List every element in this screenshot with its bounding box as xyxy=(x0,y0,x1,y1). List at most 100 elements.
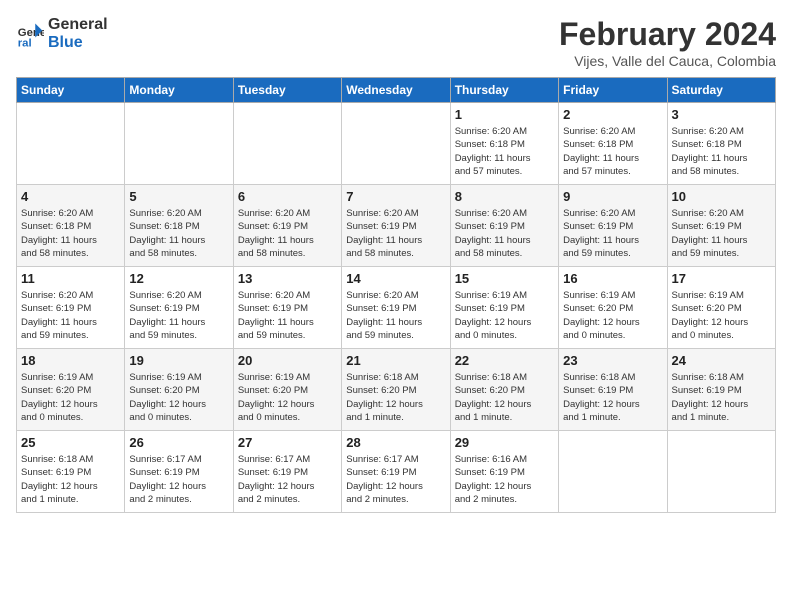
calendar-cell: 9 Sunrise: 6:20 AM Sunset: 6:19 PM Daylig… xyxy=(559,185,667,267)
calendar-cell: 11 Sunrise: 6:20 AM Sunset: 6:19 PM Dayli… xyxy=(17,267,125,349)
day-number: 22 xyxy=(455,353,554,368)
day-number: 24 xyxy=(672,353,771,368)
day-number: 5 xyxy=(129,189,228,204)
day-info: Sunrise: 6:17 AM Sunset: 6:19 PM Dayligh… xyxy=(129,453,228,506)
day-number: 13 xyxy=(238,271,337,286)
calendar-cell xyxy=(559,431,667,513)
day-number: 28 xyxy=(346,435,445,450)
calendar-cell: 25Sunrise: 6:18 AM Sunset: 6:19 PM Dayli… xyxy=(17,431,125,513)
day-number: 19 xyxy=(129,353,228,368)
day-number: 4 xyxy=(21,189,120,204)
calendar-cell xyxy=(342,103,450,185)
calendar-week-5: 25Sunrise: 6:18 AM Sunset: 6:19 PM Dayli… xyxy=(17,431,776,513)
calendar-table: SundayMondayTuesdayWednesdayThursdayFrid… xyxy=(16,77,776,513)
day-info: Sunrise: 6:20 AM Sunset: 6:18 PM Dayligh… xyxy=(129,207,228,260)
day-info: Sunrise: 6:19 AM Sunset: 6:20 PM Dayligh… xyxy=(21,371,120,424)
day-info: Sunrise: 6:18 AM Sunset: 6:20 PM Dayligh… xyxy=(346,371,445,424)
calendar-cell: 2Sunrise: 6:20 AM Sunset: 6:18 PM Daylig… xyxy=(559,103,667,185)
calendar-cell: 22 Sunrise: 6:18 AM Sunset: 6:20 PM Dayli… xyxy=(450,349,558,431)
svg-text:ral: ral xyxy=(18,37,32,48)
location-subtitle: Vijes, Valle del Cauca, Colombia xyxy=(559,53,776,69)
calendar-cell: 13 Sunrise: 6:20 AM Sunset: 6:19 PM Dayli… xyxy=(233,267,341,349)
day-number: 15 xyxy=(455,271,554,286)
day-number: 27 xyxy=(238,435,337,450)
calendar-cell: 17 Sunrise: 6:19 AM Sunset: 6:20 PM Dayli… xyxy=(667,267,775,349)
logo: Gene ral General Blue xyxy=(16,16,108,51)
day-info: Sunrise: 6:18 AM Sunset: 6:20 PM Dayligh… xyxy=(455,371,554,424)
title-block: February 2024 Vijes, Valle del Cauca, Co… xyxy=(559,16,776,69)
calendar-cell: 18 Sunrise: 6:19 AM Sunset: 6:20 PM Dayli… xyxy=(17,349,125,431)
calendar-week-1: 1Sunrise: 6:20 AM Sunset: 6:18 PM Daylig… xyxy=(17,103,776,185)
day-info: Sunrise: 6:17 AM Sunset: 6:19 PM Dayligh… xyxy=(346,453,445,506)
calendar-cell: 14 Sunrise: 6:20 AM Sunset: 6:19 PM Dayli… xyxy=(342,267,450,349)
logo-text-line1: General xyxy=(48,16,108,34)
logo-icon: Gene ral xyxy=(16,20,44,48)
day-info: Sunrise: 6:20 AM Sunset: 6:19 PM Dayligh… xyxy=(21,289,120,342)
page-header: Gene ral General Blue February 2024 Vije… xyxy=(16,16,776,69)
day-number: 23 xyxy=(563,353,662,368)
day-number: 9 xyxy=(563,189,662,204)
calendar-cell: 15 Sunrise: 6:19 AM Sunset: 6:19 PM Dayli… xyxy=(450,267,558,349)
logo-text-line2: Blue xyxy=(48,34,108,52)
calendar-cell: 10 Sunrise: 6:20 AM Sunset: 6:19 PM Dayli… xyxy=(667,185,775,267)
day-number: 2 xyxy=(563,107,662,122)
day-info: Sunrise: 6:20 AM Sunset: 6:19 PM Dayligh… xyxy=(346,207,445,260)
calendar-cell: 6 Sunrise: 6:20 AM Sunset: 6:19 PM Daylig… xyxy=(233,185,341,267)
day-info: Sunrise: 6:20 AM Sunset: 6:19 PM Dayligh… xyxy=(563,207,662,260)
calendar-cell xyxy=(233,103,341,185)
day-info: Sunrise: 6:20 AM Sunset: 6:18 PM Dayligh… xyxy=(455,125,554,178)
calendar-header-saturday: Saturday xyxy=(667,78,775,103)
day-number: 18 xyxy=(21,353,120,368)
calendar-cell: 29 Sunrise: 6:16 AM Sunset: 6:19 PM Dayli… xyxy=(450,431,558,513)
calendar-cell xyxy=(667,431,775,513)
calendar-cell: 12 Sunrise: 6:20 AM Sunset: 6:19 PM Dayli… xyxy=(125,267,233,349)
calendar-cell: 1Sunrise: 6:20 AM Sunset: 6:18 PM Daylig… xyxy=(450,103,558,185)
day-number: 26 xyxy=(129,435,228,450)
day-number: 3 xyxy=(672,107,771,122)
calendar-body: 1Sunrise: 6:20 AM Sunset: 6:18 PM Daylig… xyxy=(17,103,776,513)
day-info: Sunrise: 6:20 AM Sunset: 6:19 PM Dayligh… xyxy=(346,289,445,342)
calendar-header-thursday: Thursday xyxy=(450,78,558,103)
day-info: Sunrise: 6:19 AM Sunset: 6:20 PM Dayligh… xyxy=(563,289,662,342)
day-number: 20 xyxy=(238,353,337,368)
calendar-cell: 19 Sunrise: 6:19 AM Sunset: 6:20 PM Dayli… xyxy=(125,349,233,431)
calendar-header-row: SundayMondayTuesdayWednesdayThursdayFrid… xyxy=(17,78,776,103)
day-number: 6 xyxy=(238,189,337,204)
calendar-header-monday: Monday xyxy=(125,78,233,103)
day-info: Sunrise: 6:19 AM Sunset: 6:20 PM Dayligh… xyxy=(129,371,228,424)
calendar-cell: 16 Sunrise: 6:19 AM Sunset: 6:20 PM Dayli… xyxy=(559,267,667,349)
calendar-cell: 3 Sunrise: 6:20 AM Sunset: 6:18 PM Daylig… xyxy=(667,103,775,185)
day-info: Sunrise: 6:20 AM Sunset: 6:18 PM Dayligh… xyxy=(672,125,771,178)
day-number: 11 xyxy=(21,271,120,286)
calendar-cell: 7 Sunrise: 6:20 AM Sunset: 6:19 PM Daylig… xyxy=(342,185,450,267)
day-info: Sunrise: 6:16 AM Sunset: 6:19 PM Dayligh… xyxy=(455,453,554,506)
day-info: Sunrise: 6:20 AM Sunset: 6:18 PM Dayligh… xyxy=(21,207,120,260)
day-info: Sunrise: 6:18 AM Sunset: 6:19 PM Dayligh… xyxy=(563,371,662,424)
calendar-cell: 4 Sunrise: 6:20 AM Sunset: 6:18 PM Daylig… xyxy=(17,185,125,267)
day-info: Sunrise: 6:20 AM Sunset: 6:19 PM Dayligh… xyxy=(455,207,554,260)
day-info: Sunrise: 6:19 AM Sunset: 6:19 PM Dayligh… xyxy=(455,289,554,342)
calendar-cell: 26 Sunrise: 6:17 AM Sunset: 6:19 PM Dayli… xyxy=(125,431,233,513)
day-number: 12 xyxy=(129,271,228,286)
calendar-cell xyxy=(17,103,125,185)
calendar-cell xyxy=(125,103,233,185)
day-info: Sunrise: 6:19 AM Sunset: 6:20 PM Dayligh… xyxy=(672,289,771,342)
day-info: Sunrise: 6:20 AM Sunset: 6:19 PM Dayligh… xyxy=(238,207,337,260)
day-number: 17 xyxy=(672,271,771,286)
day-number: 7 xyxy=(346,189,445,204)
calendar-week-4: 18 Sunrise: 6:19 AM Sunset: 6:20 PM Dayli… xyxy=(17,349,776,431)
day-info: Sunrise: 6:20 AM Sunset: 6:19 PM Dayligh… xyxy=(672,207,771,260)
day-number: 16 xyxy=(563,271,662,286)
calendar-cell: 21 Sunrise: 6:18 AM Sunset: 6:20 PM Dayli… xyxy=(342,349,450,431)
calendar-header-wednesday: Wednesday xyxy=(342,78,450,103)
day-info: Sunrise: 6:20 AM Sunset: 6:19 PM Dayligh… xyxy=(238,289,337,342)
day-number: 29 xyxy=(455,435,554,450)
calendar-header-sunday: Sunday xyxy=(17,78,125,103)
day-info: Sunrise: 6:19 AM Sunset: 6:20 PM Dayligh… xyxy=(238,371,337,424)
day-number: 21 xyxy=(346,353,445,368)
day-number: 10 xyxy=(672,189,771,204)
calendar-header-tuesday: Tuesday xyxy=(233,78,341,103)
day-number: 14 xyxy=(346,271,445,286)
day-info: Sunrise: 6:20 AM Sunset: 6:19 PM Dayligh… xyxy=(129,289,228,342)
day-number: 8 xyxy=(455,189,554,204)
